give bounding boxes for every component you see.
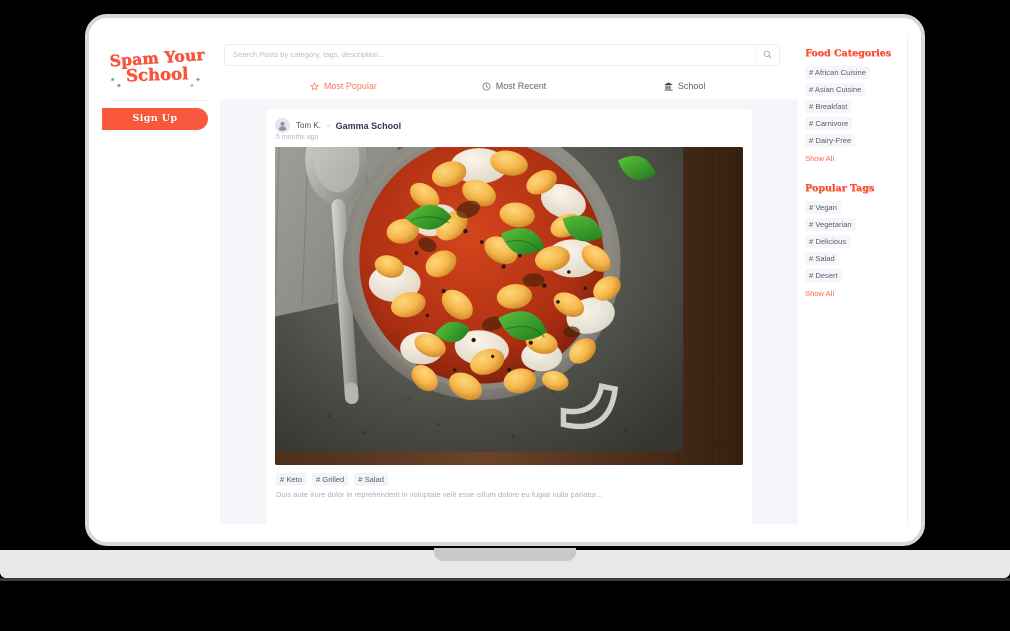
building-icon [664,82,673,91]
tab-label: Most Popular [323,81,377,91]
site-logo[interactable]: Spam Your School ✦ ✦ ✦ ✦ [109,45,205,94]
post-tag-list: # Keto # Grilled # Salad [275,465,743,490]
popular-tags-title: Popular Tags [805,183,875,194]
post-card[interactable]: Tom K. - Gamma School 5 months ago # Ket… [266,109,752,524]
confetti-mark-icon: ✦ [116,83,122,90]
confetti-mark-icon: ✦ [195,77,201,84]
laptop-shadow [0,578,1010,581]
food-categories-list: # African Cuisine # Asian Cuisine # Brea… [805,66,908,163]
post-tag[interactable]: # Keto [276,473,306,486]
center-column: Most Popular Most Recent [220,36,798,524]
post-author-row: Tom K. - Gamma School [275,118,743,133]
rail-divider [110,100,208,101]
post-author-separator: - [326,121,330,130]
star-icon [309,81,319,91]
food-categories-block: Food Categories # African Cuisine # Asia… [805,48,908,163]
sign-up-button[interactable]: Sign Up [102,108,208,130]
category-chip[interactable]: # Asian Cuisine [805,83,866,96]
tab-school[interactable]: School [599,73,770,99]
confetti-mark-icon: ✦ [189,83,195,90]
user-avatar-icon[interactable] [275,118,290,133]
post-school-name[interactable]: Gamma School [336,121,402,131]
feed-tabs: Most Popular Most Recent School [220,73,798,99]
sidebar-edge-divider [907,36,908,524]
app-root: Spam Your School ✦ ✦ ✦ ✦ Sign Up Search … [102,36,908,524]
screen-bezel: Spam Your School ✦ ✦ ✦ ✦ Sign Up Search … [89,18,921,542]
category-chip[interactable]: # Dairy-Free [805,134,856,147]
browser-viewport: Spam Your School ✦ ✦ ✦ ✦ Sign Up Search … [102,36,908,524]
post-timestamp: 5 months ago [276,134,319,141]
tags-show-all-link[interactable]: Show All [805,289,834,298]
post-tag[interactable]: # Salad [354,473,389,486]
clock-icon [482,82,491,91]
tab-label: School [677,81,706,91]
post-feed: Tom K. - Gamma School 5 months ago # Ket… [220,99,798,524]
post-tag[interactable]: # Grilled [311,473,349,486]
tab-label: Most Recent [495,81,547,91]
search-input[interactable] [225,44,755,65]
tag-chip[interactable]: # Vegan [805,201,841,214]
food-categories-title: Food Categories [805,48,891,59]
right-sidebar: Food Categories # African Cuisine # Asia… [798,36,908,524]
category-chip[interactable]: # Breakfast [805,100,852,113]
post-author-name[interactable]: Tom K. [296,121,321,130]
post-description: Duis aute irure dolor in reprehenderit i… [276,490,603,499]
tag-chip[interactable]: # Salad [805,252,839,265]
laptop-base-notch [434,548,576,561]
tag-chip[interactable]: # Delicious [805,235,851,248]
laptop-mockup-frame: Spam Your School ✦ ✦ ✦ ✦ Sign Up Search … [85,14,925,546]
search-icon [763,47,772,62]
top-bar [220,36,798,73]
post-header: Tom K. - Gamma School 5 months ago [275,118,743,147]
tab-most-popular[interactable]: Most Popular [258,73,429,99]
post-photo[interactable] [275,147,743,465]
categories-show-all-link[interactable]: Show All [805,154,834,163]
tag-chip[interactable]: # Vegetarian [805,218,856,231]
tag-chip[interactable]: # Desert [805,269,842,282]
category-chip[interactable]: # Carnivore [805,117,853,130]
tab-most-recent[interactable]: Most Recent [429,73,600,99]
category-chip[interactable]: # African Cuisine [805,66,870,79]
search-submit-button[interactable] [755,44,779,65]
search-bar[interactable] [224,43,780,66]
left-rail: Spam Your School ✦ ✦ ✦ ✦ Sign Up [102,36,220,524]
popular-tags-list: # Vegan # Vegetarian # Delicious # Salad… [805,201,908,298]
popular-tags-block: Popular Tags # Vegan # Vegetarian # Deli… [805,183,908,298]
logo-line-2: School [125,63,189,85]
